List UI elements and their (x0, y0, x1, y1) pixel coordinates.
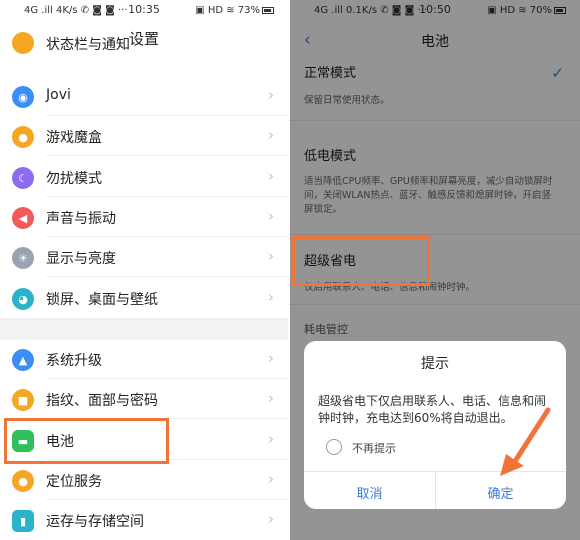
settings-item-sound[interactable]: ◀ 声音与振动 › (0, 197, 288, 237)
chevron-right-icon: › (268, 207, 274, 225)
settings-item-notification[interactable]: 状态栏与通知 (0, 32, 288, 64)
palette-icon: ◕ (12, 288, 34, 310)
sun-icon: ☀ (12, 247, 34, 269)
settings-item-label: 系统升级 (46, 353, 102, 369)
dont-remind-checkbox[interactable] (326, 439, 342, 455)
settings-item-security[interactable]: ■ 指纹、面部与密码 › (0, 379, 288, 419)
settings-item-wallpaper[interactable]: ◕ 锁屏、桌面与壁纸 › (0, 278, 288, 318)
chevron-right-icon: › (268, 430, 274, 448)
settings-item-label: 指纹、面部与密码 (46, 393, 158, 409)
chevron-right-icon: › (268, 288, 274, 306)
settings-item-location[interactable]: ● 定位服务 › (0, 460, 288, 500)
settings-item-game[interactable]: ● 游戏魔盒 › (0, 116, 288, 156)
chevron-right-icon: › (268, 247, 274, 265)
settings-item-label: 游戏魔盒 (46, 130, 102, 146)
status-right: ▣ HD ≋ 73% (195, 5, 274, 16)
settings-item-label: 运存与存储空间 (46, 514, 144, 530)
chevron-right-icon: › (268, 86, 274, 104)
lock-icon: ■ (12, 389, 34, 411)
storage-icon: ▮ (12, 510, 34, 532)
settings-item-label: 锁屏、桌面与壁纸 (46, 292, 158, 308)
notification-icon (12, 32, 34, 54)
chevron-right-icon: › (268, 126, 274, 144)
cancel-button[interactable]: 取消 (304, 483, 435, 502)
moon-icon: ☾ (12, 167, 34, 189)
chevron-right-icon: › (268, 510, 274, 528)
settings-item-label: 勿扰模式 (46, 171, 102, 187)
chevron-right-icon: › (268, 167, 274, 185)
upgrade-icon: ▲ (12, 349, 34, 371)
settings-item-label: 状态栏与通知 (46, 37, 130, 53)
confirm-button[interactable]: 确定 (435, 483, 566, 502)
settings-item-storage[interactable]: ▮ 运存与存储空间 › (0, 500, 288, 540)
settings-item-label: 显示与亮度 (46, 251, 116, 267)
settings-item-display[interactable]: ☀ 显示与亮度 › (0, 237, 288, 277)
dont-remind-label: 不再提示 (352, 442, 396, 455)
super-save-highlight-box (292, 236, 430, 286)
battery-screen: 4G .ill 0.1K/s ✆ ◙ ◙ ··· 10:50 ▣ HD ≋ 70… (290, 0, 580, 540)
settings-screen: 4G .ill 4K/s ✆ ◙ ◙ ··· 10:35 ▣ HD ≋ 73% … (0, 0, 288, 540)
game-icon: ● (12, 126, 34, 148)
section-divider (0, 318, 288, 340)
battery-status-icon (262, 6, 274, 14)
dialog-title: 提示 (421, 356, 449, 372)
settings-item-label: 声音与振动 (46, 211, 116, 227)
status-bar: 4G .ill 4K/s ✆ ◙ ◙ ··· 10:35 ▣ HD ≋ 73% (0, 0, 288, 22)
speaker-icon: ◀ (12, 207, 34, 229)
settings-item-label: 定位服务 (46, 474, 102, 490)
battery-highlight-box (4, 418, 169, 464)
chevron-right-icon: › (268, 470, 274, 488)
settings-item-jovi[interactable]: ◉ Jovi › (0, 76, 288, 116)
chevron-right-icon: › (268, 389, 274, 407)
arrow-annotation-icon (500, 407, 551, 476)
settings-item-upgrade[interactable]: ▲ 系统升级 › (0, 339, 288, 379)
settings-item-dnd[interactable]: ☾ 勿扰模式 › (0, 157, 288, 197)
chevron-right-icon: › (268, 349, 274, 367)
settings-item-label: Jovi (46, 87, 71, 103)
location-icon: ● (12, 470, 34, 492)
jovi-icon: ◉ (12, 86, 34, 108)
